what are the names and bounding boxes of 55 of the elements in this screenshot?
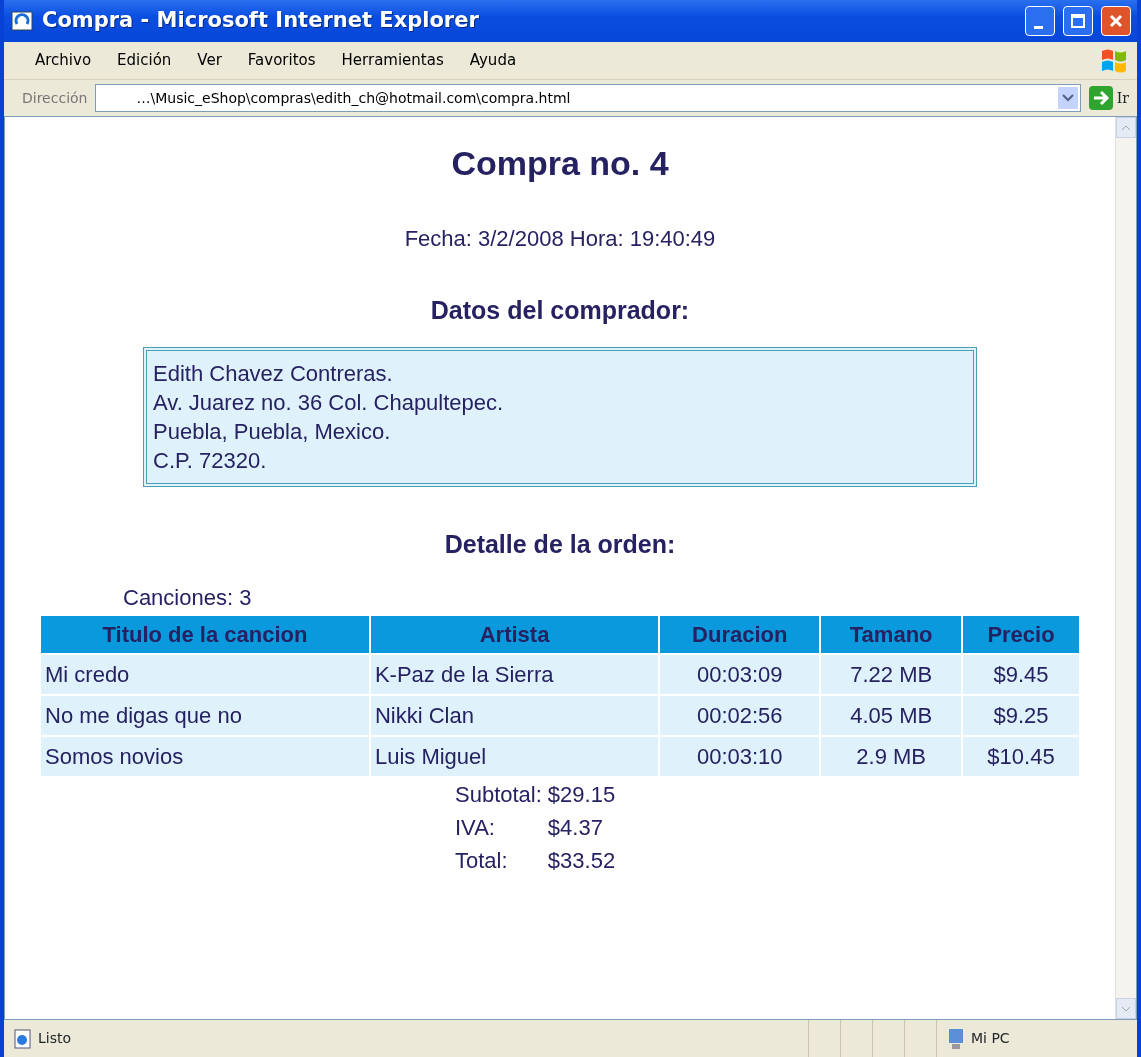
menu-item[interactable]: Ayuda — [456, 49, 530, 72]
table-cell: Luis Miguel — [370, 736, 659, 776]
total-label: Subtotal: — [455, 777, 548, 811]
table-cell: $9.45 — [963, 654, 1079, 694]
column-header: Precio — [963, 615, 1079, 653]
address-line: Puebla, Puebla, Mexico. — [153, 417, 392, 446]
section-heading: Datos del comprador: — [429, 294, 691, 325]
page-icon — [12, 1027, 34, 1050]
total-value: $29.15 — [547, 780, 617, 809]
song-count-text: Canciones: 3 — [123, 584, 252, 610]
table-cell: 00:03:09 — [660, 654, 820, 694]
menu-item[interactable]: Favoritos — [234, 49, 329, 72]
table-cell: Mi credo — [41, 654, 369, 694]
table-cell: No me digas que no — [41, 695, 369, 735]
table-cell: K-Paz de la Sierra — [370, 654, 659, 694]
address-field[interactable]: …\Music_eShop\compras\edith_ch@hotmail.com\compra.html — [95, 84, 1081, 112]
address-label: Dirección — [22, 88, 88, 108]
table-cell: 00:03:10 — [660, 736, 820, 776]
table-cell: $10.45 — [963, 736, 1079, 776]
menu-item[interactable]: Archivo — [22, 49, 105, 72]
column-header: Titulo de la cancion — [41, 615, 369, 653]
total-label: Total: — [455, 843, 548, 877]
menu-item[interactable]: Ver — [184, 49, 235, 72]
page-heading: Compra no. 4 — [450, 143, 670, 184]
address-line: C.P. 72320. — [153, 446, 268, 475]
table-cell: 2.9 MB — [821, 736, 961, 776]
table-cell: 7.22 MB — [821, 654, 961, 694]
maximize-button[interactable] — [1063, 6, 1093, 36]
table-cell: 4.05 MB — [821, 695, 961, 735]
column-header: Duracion — [660, 615, 820, 653]
menu-item[interactable]: Herramientas — [328, 49, 457, 72]
dropdown-icon[interactable] — [1057, 87, 1078, 109]
table-cell: 00:02:56 — [660, 695, 820, 735]
status-text: Listo — [38, 1029, 73, 1048]
table-cell: $9.25 — [963, 695, 1079, 735]
browser-icon — [10, 9, 34, 33]
total-value: $4.37 — [547, 813, 604, 842]
address-line: Av. Juarez no. 36 Col. Chapultepec. — [153, 388, 505, 417]
total-label: IVA: — [455, 810, 548, 844]
window-title: Compra - Microsoft Internet Explorer — [42, 7, 480, 35]
table-cell: Nikki Clan — [370, 695, 659, 735]
date-time-text: Fecha: 3/2/2008 Hora: 19:40:49 — [403, 224, 717, 253]
section-heading: Detalle de la orden: — [443, 528, 677, 559]
close-button[interactable] — [1101, 6, 1131, 36]
minimize-icon — [1033, 25, 1043, 29]
close-icon — [1108, 13, 1124, 29]
table-cell: Somos novios — [41, 736, 369, 776]
minimize-button[interactable] — [1025, 6, 1055, 36]
menu-item[interactable]: Edición — [104, 49, 185, 72]
address-line: Edith Chavez Contreras. — [153, 359, 394, 388]
column-header: Artista — [370, 615, 659, 653]
column-header: Tamano — [821, 615, 961, 653]
total-value: $33.52 — [547, 846, 617, 875]
maximize-icon — [1070, 13, 1086, 29]
zone-text: Mi PC — [971, 1029, 1010, 1048]
